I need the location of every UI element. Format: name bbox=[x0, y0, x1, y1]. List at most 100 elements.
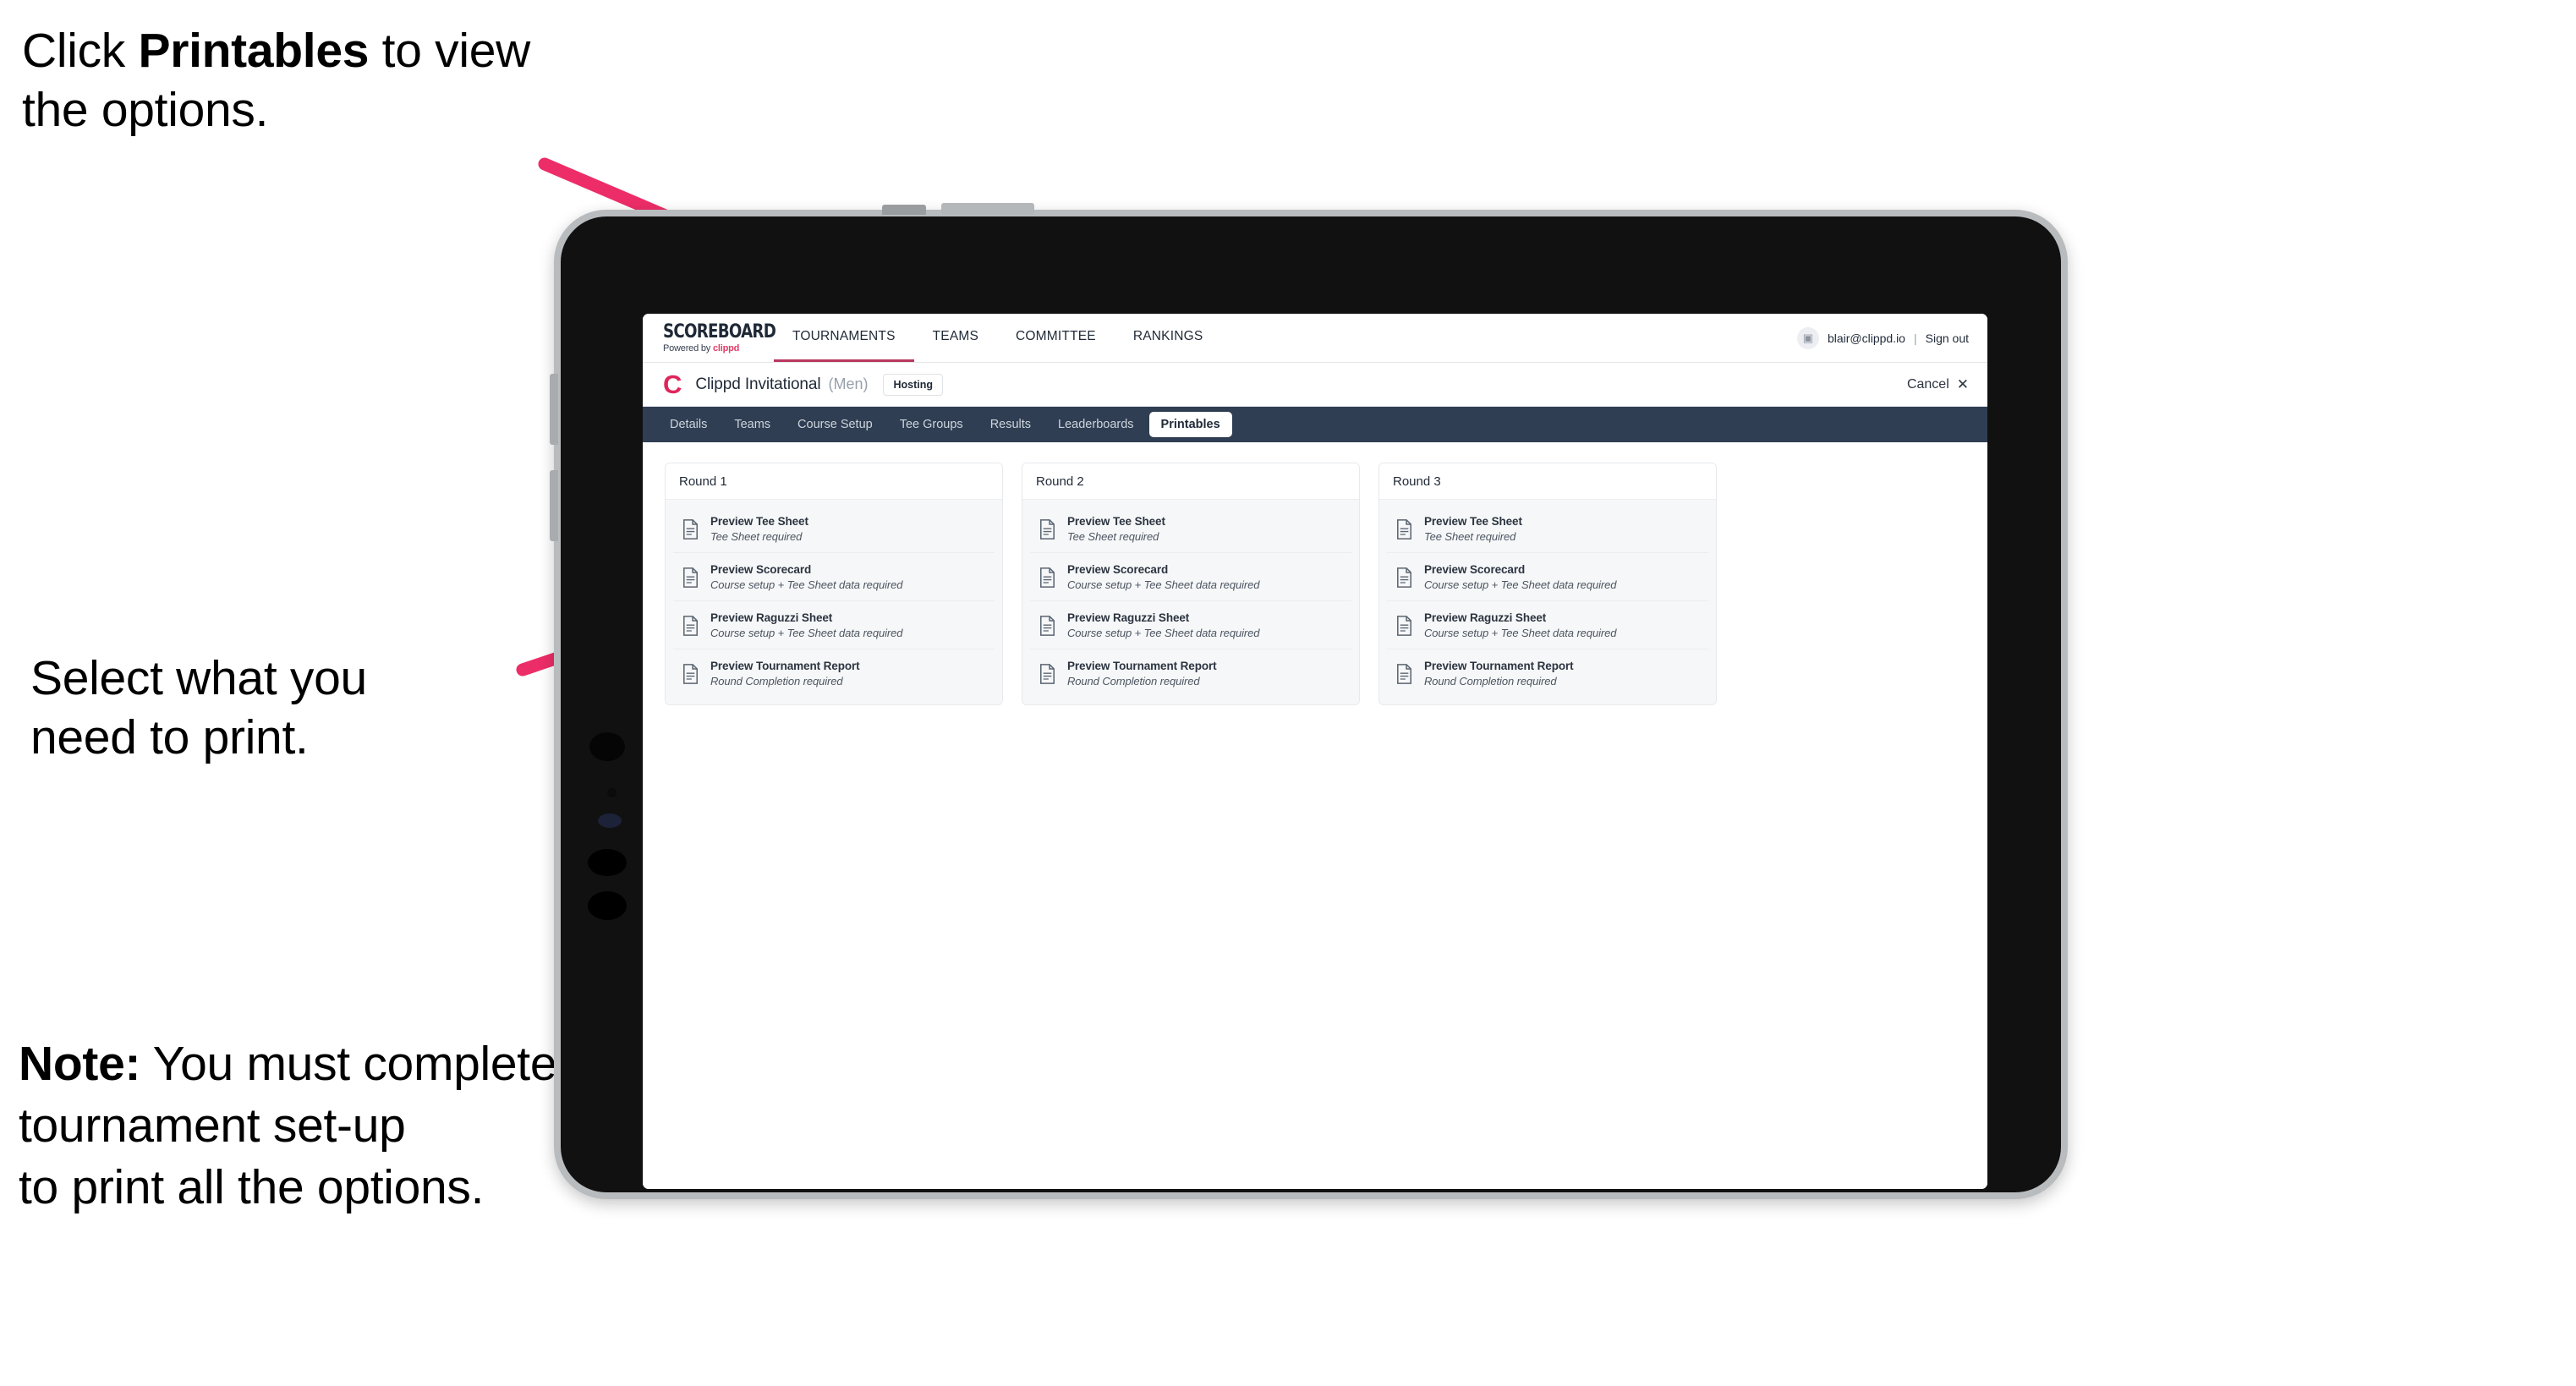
tab-tee-groups[interactable]: Tee Groups bbox=[888, 412, 975, 437]
tablet-device: SCOREBOARD Powered by clippd TOURNAMENTS… bbox=[550, 203, 2068, 1199]
printable-item[interactable]: Preview Scorecard Course setup + Tee She… bbox=[1030, 554, 1351, 601]
document-icon bbox=[1395, 663, 1413, 684]
global-top-navigation: SCOREBOARD Powered by clippd TOURNAMENTS… bbox=[643, 314, 1987, 363]
top-nav-rankings[interactable]: RANKINGS bbox=[1115, 314, 1222, 362]
printable-item-requirement: Course setup + Tee Sheet data required bbox=[1424, 627, 1617, 639]
printable-item-text: Preview Scorecard Course setup + Tee She… bbox=[710, 563, 902, 591]
printable-item[interactable]: Preview Tee Sheet Tee Sheet required bbox=[1387, 506, 1708, 553]
document-icon bbox=[682, 518, 699, 540]
tournament-title-bar: C Clippd Invitational (Men) Hosting Canc… bbox=[643, 363, 1987, 407]
front-camera-icon bbox=[589, 732, 625, 761]
scoreboard-brand-logo[interactable]: SCOREBOARD Powered by clippd bbox=[643, 314, 776, 362]
annotation-step-1: Click Printables to view the options. bbox=[22, 22, 597, 140]
document-icon bbox=[1039, 567, 1056, 588]
document-icon bbox=[1039, 518, 1056, 540]
cancel-button-label: Cancel bbox=[1906, 376, 1949, 392]
tablet-top-button-small[interactable] bbox=[882, 205, 926, 215]
ambient-sensor-icon bbox=[607, 788, 617, 797]
printable-item[interactable]: Preview Tee Sheet Tee Sheet required bbox=[1030, 506, 1351, 553]
tab-teams[interactable]: Teams bbox=[722, 412, 782, 437]
tab-course-setup[interactable]: Course Setup bbox=[786, 412, 885, 437]
printable-item-requirement: Course setup + Tee Sheet data required bbox=[710, 627, 903, 639]
printable-item-requirement: Course setup + Tee Sheet data required bbox=[1424, 578, 1617, 591]
close-icon: ✕ bbox=[1956, 376, 1969, 392]
printable-item-requirement: Tee Sheet required bbox=[710, 530, 803, 543]
document-icon bbox=[682, 567, 699, 588]
tournament-gender-label: (Men) bbox=[828, 375, 869, 392]
document-icon bbox=[1395, 615, 1413, 636]
printable-item-title: Preview Scorecard bbox=[1067, 563, 1169, 576]
cancel-button[interactable]: Cancel ✕ bbox=[1907, 377, 1969, 392]
printable-item-title: Preview Tee Sheet bbox=[1424, 515, 1522, 528]
printable-item[interactable]: Preview Raguzzi Sheet Course setup + Tee… bbox=[1030, 602, 1351, 649]
top-nav-teams[interactable]: TEAMS bbox=[914, 314, 997, 362]
tablet-power-button[interactable] bbox=[941, 203, 1034, 215]
document-icon bbox=[682, 663, 699, 684]
printables-content: Round 1 Preview Tee Sheet Tee Sheet requ… bbox=[643, 442, 1987, 1189]
proximity-sensor-icon bbox=[598, 814, 622, 828]
tab-leaderboards[interactable]: Leaderboards bbox=[1046, 412, 1146, 437]
top-nav-tournaments[interactable]: TOURNAMENTS bbox=[774, 314, 914, 362]
printable-item-title: Preview Scorecard bbox=[1424, 563, 1526, 576]
document-icon bbox=[1395, 518, 1413, 540]
printable-item[interactable]: Preview Tournament Report Round Completi… bbox=[673, 650, 995, 697]
printable-item-text: Preview Tournament Report Round Completi… bbox=[710, 660, 860, 688]
tab-printables[interactable]: Printables bbox=[1148, 412, 1232, 437]
round-card-1-items: Preview Tee Sheet Tee Sheet required Pre… bbox=[666, 500, 1002, 704]
user-avatar[interactable]: ▣ bbox=[1796, 326, 1819, 349]
document-icon bbox=[1395, 567, 1413, 588]
tab-details[interactable]: Details bbox=[658, 412, 719, 437]
brand-subtitle: Powered by clippd bbox=[663, 342, 774, 353]
round-card-3-items: Preview Tee Sheet Tee Sheet required Pre… bbox=[1379, 500, 1716, 704]
brand-powered-prefix: Powered by bbox=[663, 342, 713, 353]
printable-item-title: Preview Tournament Report bbox=[710, 660, 860, 672]
printable-item-text: Preview Raguzzi Sheet Course setup + Tee… bbox=[710, 611, 902, 639]
printable-item-requirement: Course setup + Tee Sheet data required bbox=[1067, 627, 1260, 639]
printable-item-requirement: Round Completion required bbox=[710, 675, 843, 688]
tab-results[interactable]: Results bbox=[978, 412, 1043, 437]
app-screen: SCOREBOARD Powered by clippd TOURNAMENTS… bbox=[643, 314, 1987, 1189]
printable-item[interactable]: Preview Scorecard Course setup + Tee She… bbox=[1387, 554, 1708, 601]
printable-item[interactable]: Preview Scorecard Course setup + Tee She… bbox=[673, 554, 995, 601]
annotation-note-label: Note: bbox=[19, 1037, 141, 1091]
round-card-2-items: Preview Tee Sheet Tee Sheet required Pre… bbox=[1022, 500, 1359, 704]
printable-item-title: Preview Scorecard bbox=[710, 563, 812, 576]
brand-title: SCOREBOARD bbox=[663, 320, 776, 342]
round-card-1-title: Round 1 bbox=[666, 463, 1002, 500]
sign-out-link[interactable]: Sign out bbox=[1926, 331, 1969, 345]
round-card-2-title: Round 2 bbox=[1022, 463, 1359, 500]
printable-item-title: Preview Raguzzi Sheet bbox=[1424, 611, 1547, 624]
printable-item-title: Preview Tournament Report bbox=[1067, 660, 1217, 672]
clippd-logo-mark: C bbox=[663, 370, 682, 399]
status-badge: Hosting bbox=[883, 373, 944, 396]
user-separator: | bbox=[1913, 331, 1917, 345]
document-icon bbox=[682, 615, 699, 636]
printable-item-text: Preview Tee Sheet Tee Sheet required bbox=[1424, 515, 1522, 543]
printable-item-requirement: Tee Sheet required bbox=[1067, 530, 1159, 543]
printable-item[interactable]: Preview Raguzzi Sheet Course setup + Tee… bbox=[1387, 602, 1708, 649]
tablet-volume-down-button[interactable] bbox=[550, 470, 558, 541]
printable-item-requirement: Course setup + Tee Sheet data required bbox=[1067, 578, 1260, 591]
tournament-name: Clippd Invitational bbox=[695, 375, 821, 393]
tablet-volume-up-button[interactable] bbox=[550, 374, 558, 445]
printable-item[interactable]: Preview Tee Sheet Tee Sheet required bbox=[673, 506, 995, 553]
document-icon bbox=[1039, 615, 1056, 636]
printable-item-text: Preview Raguzzi Sheet Course setup + Tee… bbox=[1424, 611, 1616, 639]
printable-item-title: Preview Tee Sheet bbox=[710, 515, 808, 528]
top-nav-committee[interactable]: COMMITTEE bbox=[997, 314, 1115, 362]
printable-item[interactable]: Preview Tournament Report Round Completi… bbox=[1030, 650, 1351, 697]
annotation-step-1-prefix: Click bbox=[22, 24, 139, 78]
printable-item-title: Preview Raguzzi Sheet bbox=[1067, 611, 1190, 624]
top-nav-user-area: ▣ blair@clippd.io | Sign out bbox=[1796, 314, 1987, 362]
printable-item[interactable]: Preview Tournament Report Round Completi… bbox=[1387, 650, 1708, 697]
top-nav-links: TOURNAMENTS TEAMS COMMITTEE RANKINGS bbox=[774, 314, 1797, 362]
screenshot-stage: Click Printables to view the options. Se… bbox=[0, 0, 2576, 1386]
printable-item-text: Preview Scorecard Course setup + Tee She… bbox=[1067, 563, 1259, 591]
section-tab-bar: Details Teams Course Setup Tee Groups Re… bbox=[643, 407, 1987, 442]
printable-item-text: Preview Raguzzi Sheet Course setup + Tee… bbox=[1067, 611, 1259, 639]
microphone-hole-icon bbox=[588, 891, 627, 920]
printable-item-text: Preview Scorecard Course setup + Tee She… bbox=[1424, 563, 1616, 591]
printable-item-requirement: Course setup + Tee Sheet data required bbox=[710, 578, 903, 591]
printable-item-title: Preview Raguzzi Sheet bbox=[710, 611, 833, 624]
printable-item[interactable]: Preview Raguzzi Sheet Course setup + Tee… bbox=[673, 602, 995, 649]
